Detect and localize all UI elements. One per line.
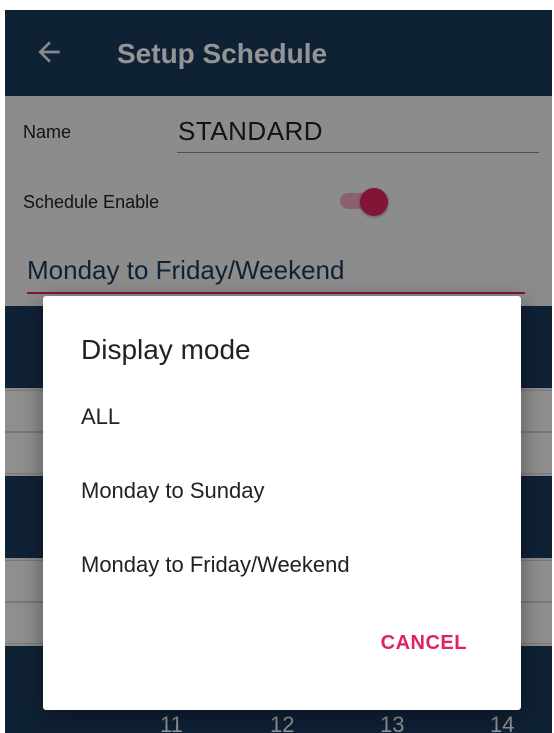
option-all[interactable]: ALL [81,404,120,430]
option-monday-to-friday-weekend[interactable]: Monday to Friday/Weekend [81,552,350,578]
display-mode-dialog: Display mode ALL Monday to Sunday Monday… [43,296,521,710]
option-monday-to-sunday[interactable]: Monday to Sunday [81,478,264,504]
app-screen: Setup Schedule Name STANDARD Schedule En… [5,10,552,733]
dialog-title: Display mode [81,334,251,365]
cancel-button[interactable]: CANCEL [381,632,467,655]
